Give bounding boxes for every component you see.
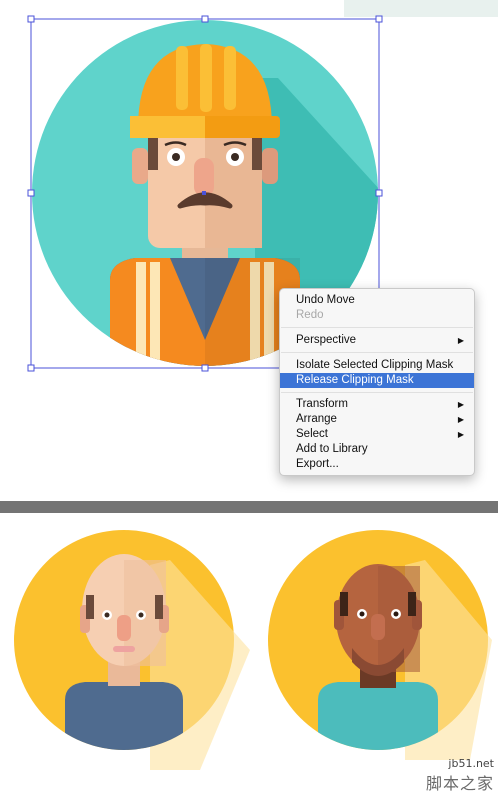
menu-item-label: Select — [296, 428, 328, 440]
watermark-site-name: 脚本之家 — [425, 774, 494, 793]
menu-item-redo: Redo — [280, 308, 474, 323]
menu-separator — [281, 352, 473, 353]
submenu-arrow-icon: ▶ — [457, 336, 464, 345]
menu-item-release-clipping-mask[interactable]: Release Clipping Mask — [280, 373, 474, 388]
menu-item-label: Undo Move — [296, 294, 355, 306]
dark-skin-man-avatar-icon[interactable] — [268, 530, 492, 760]
menu-separator — [281, 327, 473, 328]
submenu-arrow-icon: ▶ — [457, 400, 464, 409]
menu-item-label: Release Clipping Mask — [296, 374, 414, 386]
menu-item-label: Arrange — [296, 413, 337, 425]
menu-item-select[interactable]: Select ▶ — [280, 427, 474, 442]
menu-item-transform[interactable]: Transform ▶ — [280, 397, 474, 412]
menu-item-label: Transform — [296, 398, 348, 410]
watermark: jb51.net 脚本之家 — [426, 757, 494, 794]
menu-item-label: Add to Library — [296, 443, 368, 455]
menu-item-isolate-selected-clipping-mask[interactable]: Isolate Selected Clipping Mask — [280, 358, 474, 373]
menu-item-add-to-library[interactable]: Add to Library — [280, 442, 474, 457]
watermark-url: jb51.net — [448, 757, 494, 770]
submenu-arrow-icon: ▶ — [457, 430, 464, 439]
context-menu: Undo Move Redo Perspective ▶ Isolate Sel… — [279, 288, 475, 476]
menu-item-label: Isolate Selected Clipping Mask — [296, 359, 454, 371]
menu-separator — [281, 392, 473, 393]
menu-item-label: Perspective — [296, 334, 357, 346]
menu-item-label: Redo — [296, 309, 324, 321]
menu-item-arrange[interactable]: Arrange ▶ — [280, 412, 474, 427]
menu-item-undo-move[interactable]: Undo Move — [280, 293, 474, 308]
menu-item-perspective[interactable]: Perspective ▶ — [280, 333, 474, 348]
submenu-arrow-icon: ▶ — [457, 415, 464, 424]
menu-item-label: Export... — [296, 458, 339, 470]
menu-item-export[interactable]: Export... — [280, 457, 474, 472]
bald-man-avatar-icon[interactable] — [14, 530, 250, 770]
section-divider — [0, 501, 498, 513]
